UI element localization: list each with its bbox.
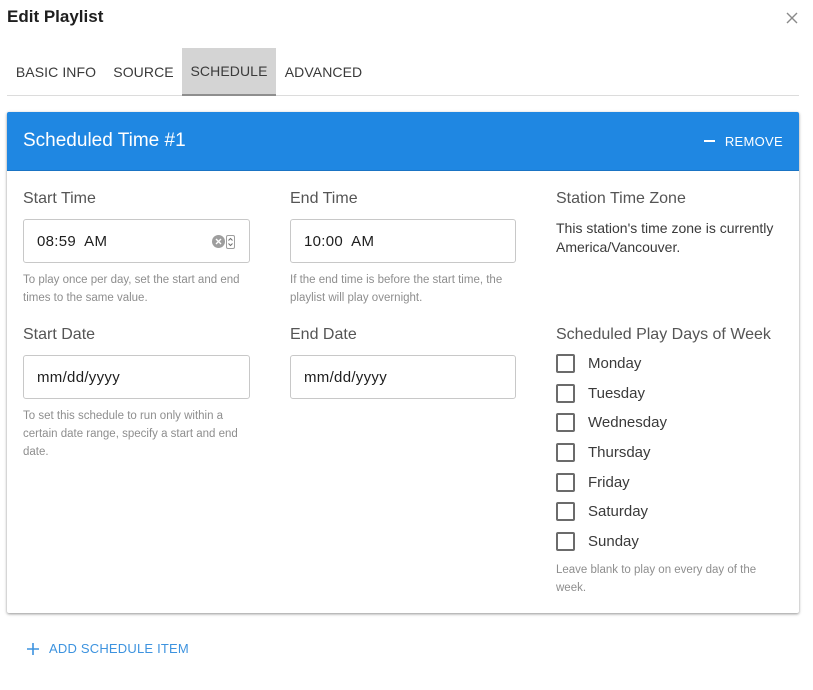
schedule-item-header: Scheduled Time #1 REMOVE [7, 112, 799, 171]
remove-button[interactable]: REMOVE [703, 133, 783, 149]
tab-bar: BASIC INFO SOURCE SCHEDULE ADVANCED [7, 48, 799, 96]
time-zone-text: This station's time zone is currently Am… [556, 220, 774, 255]
day-checkbox-tuesday[interactable]: Tuesday [556, 384, 645, 403]
day-label: Wednesday [588, 414, 667, 431]
spinner-icon[interactable] [226, 235, 235, 249]
day-label: Saturday [588, 503, 649, 520]
start-date-label: Start Date [23, 326, 96, 343]
end-date-label: End Date [290, 326, 357, 343]
start-date-placeholder: mm/dd/yyyy [37, 368, 121, 386]
day-label: Thursday [588, 444, 651, 461]
start-date-input[interactable]: mm/dd/yyyy [23, 355, 250, 399]
checkbox[interactable] [556, 354, 575, 373]
checkbox[interactable] [556, 473, 575, 492]
schedule-item-card: Scheduled Time #1 REMOVE Start Time 08:5… [7, 112, 799, 613]
day-checkbox-thursday[interactable]: Thursday [556, 443, 651, 462]
start-time-input[interactable]: 08:59 AM [23, 219, 250, 263]
close-icon[interactable] [783, 9, 801, 27]
day-label: Tuesday [588, 385, 645, 402]
tab-source[interactable]: SOURCE [105, 48, 182, 95]
day-label: Sunday [588, 533, 639, 550]
checkbox[interactable] [556, 384, 575, 403]
checkbox[interactable] [556, 502, 575, 521]
tab-schedule[interactable]: SCHEDULE [182, 48, 276, 96]
time-zone-label: Station Time Zone [556, 190, 686, 207]
add-schedule-item-label: ADD SCHEDULE ITEM [49, 641, 189, 656]
tab-advanced[interactable]: ADVANCED [276, 48, 371, 95]
day-checkbox-sunday[interactable]: Sunday [556, 532, 639, 551]
end-time-label: End Time [290, 190, 358, 207]
checkbox[interactable] [556, 532, 575, 551]
start-time-label: Start Time [23, 190, 96, 207]
date-range-help: To set this schedule to run only within … [23, 410, 238, 458]
schedule-item-title: Scheduled Time #1 [23, 130, 186, 151]
day-checkbox-wednesday[interactable]: Wednesday [556, 413, 667, 432]
minus-icon [703, 140, 715, 142]
end-date-placeholder: mm/dd/yyyy [304, 368, 388, 386]
end-date-input[interactable]: mm/dd/yyyy [290, 355, 516, 399]
day-label: Friday [588, 474, 630, 491]
plus-icon [27, 642, 39, 655]
end-time-help: If the end time is before the start time… [290, 274, 503, 304]
play-days-label: Scheduled Play Days of Week [556, 326, 771, 343]
days-help: Leave blank to play on every day of the … [556, 564, 757, 594]
start-time-help: To play once per day, set the start and … [23, 274, 240, 304]
end-time-value: 10:00 AM [304, 232, 375, 250]
day-checkbox-monday[interactable]: Monday [556, 354, 641, 373]
clear-icon[interactable] [212, 235, 225, 248]
remove-label: REMOVE [724, 133, 783, 149]
end-time-input[interactable]: 10:00 AM [290, 219, 516, 263]
tab-basic-info[interactable]: BASIC INFO [7, 48, 105, 95]
dialog-title: Edit Playlist [7, 7, 104, 26]
checkbox[interactable] [556, 413, 575, 432]
day-label: Monday [588, 355, 642, 372]
add-schedule-item-button[interactable]: ADD SCHEDULE ITEM [26, 641, 189, 656]
day-checkbox-saturday[interactable]: Saturday [556, 502, 648, 521]
checkbox[interactable] [556, 443, 575, 462]
day-checkbox-friday[interactable]: Friday [556, 473, 630, 492]
start-time-value: 08:59 AM [37, 232, 108, 250]
